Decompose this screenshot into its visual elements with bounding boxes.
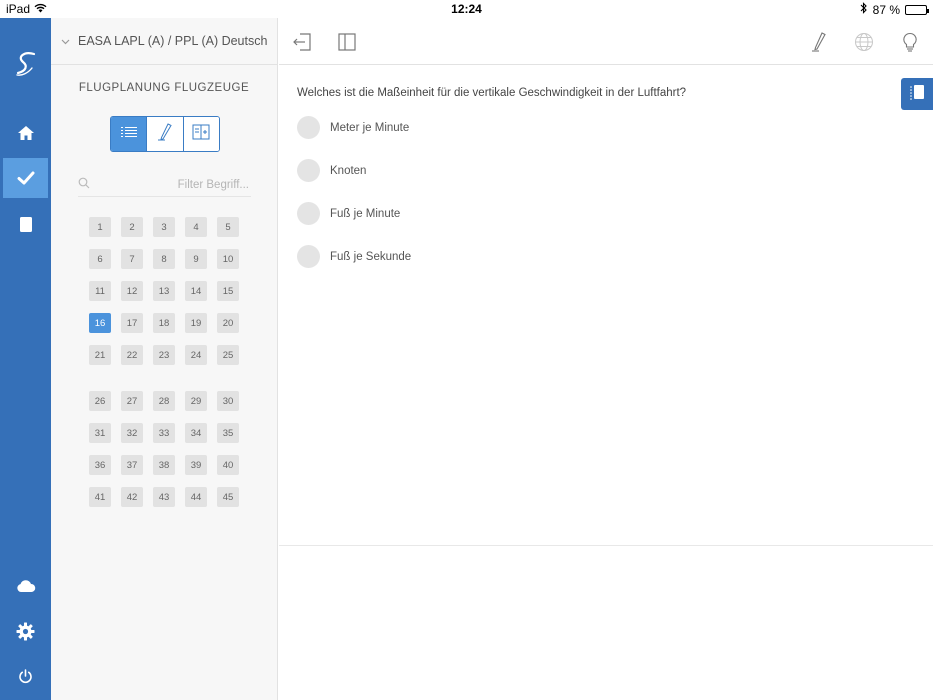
question-number-button[interactable]: 18 — [153, 313, 175, 333]
check-icon[interactable] — [3, 158, 48, 198]
question-number-button[interactable]: 38 — [153, 455, 175, 475]
clock: 12:24 — [451, 2, 482, 16]
course-title: EASA LAPL (A) / PPL (A) Deutsch — [78, 34, 268, 48]
question-number-button[interactable]: 40 — [217, 455, 239, 475]
globe-icon[interactable] — [852, 30, 876, 54]
answer-radio[interactable] — [297, 159, 320, 182]
question-number-button[interactable]: 25 — [217, 345, 239, 365]
split-icon — [192, 124, 210, 145]
answer-label: Meter je Minute — [330, 121, 410, 134]
question-number-button[interactable]: 24 — [185, 345, 207, 365]
question-number-button[interactable]: 32 — [121, 423, 143, 443]
question-number-button[interactable]: 3 — [153, 217, 175, 237]
exit-icon[interactable] — [290, 30, 314, 54]
question-number-button[interactable]: 2 — [121, 217, 143, 237]
left-rail — [0, 18, 51, 700]
answer-option[interactable]: Knoten — [297, 159, 366, 182]
logo-icon[interactable] — [3, 44, 48, 84]
answer-label: Fuß je Minute — [330, 207, 401, 220]
question-number-button[interactable]: 27 — [121, 391, 143, 411]
question-number-button[interactable]: 28 — [153, 391, 175, 411]
list-icon — [120, 125, 138, 143]
question-number-button[interactable]: 8 — [153, 249, 175, 269]
section-title: FLUGPLANUNG FLUGZEUGE — [78, 82, 250, 94]
notebook-icon — [908, 83, 926, 106]
split-view-button[interactable] — [183, 117, 219, 151]
question-number-button[interactable]: 36 — [89, 455, 111, 475]
question-number-button[interactable]: 16 — [89, 313, 111, 333]
notebook-icon[interactable] — [3, 204, 48, 244]
question-number-button[interactable]: 21 — [89, 345, 111, 365]
question-number-button[interactable]: 29 — [185, 391, 207, 411]
question-number-button[interactable]: 7 — [121, 249, 143, 269]
filter-bar — [78, 173, 251, 197]
question-number-button[interactable]: 23 — [153, 345, 175, 365]
sidebar-toggle-icon[interactable] — [335, 30, 359, 54]
answer-radio[interactable] — [297, 116, 320, 139]
battery-percent: 87 % — [872, 2, 900, 17]
answer-option[interactable]: Fuß je Sekunde — [297, 245, 411, 268]
question-number-button[interactable]: 42 — [121, 487, 143, 507]
list-view-button[interactable] — [111, 117, 148, 151]
pen-icon[interactable] — [807, 30, 831, 54]
status-bar: iPad 12:24 87 % — [0, 0, 933, 18]
question-number-button[interactable]: 5 — [217, 217, 239, 237]
question-text: Welches ist die Maßeinheit für die verti… — [297, 87, 687, 99]
question-number-button[interactable]: 26 — [89, 391, 111, 411]
answer-label: Knoten — [330, 164, 367, 177]
question-number-button[interactable]: 20 — [217, 313, 239, 333]
question-number-button[interactable]: 9 — [185, 249, 207, 269]
chevron-down-icon — [61, 34, 70, 48]
search-icon — [78, 176, 90, 194]
question-number-button[interactable]: 33 — [153, 423, 175, 443]
question-panel: Welches ist die Maßeinheit für die verti… — [279, 18, 933, 700]
question-number-button[interactable]: 12 — [121, 281, 143, 301]
gear-icon[interactable] — [3, 611, 48, 651]
bluetooth-icon — [860, 2, 868, 17]
answer-label: Fuß je Sekunde — [330, 250, 412, 263]
question-number-button[interactable]: 11 — [89, 281, 111, 301]
lightbulb-icon[interactable] — [898, 30, 922, 54]
question-number-button[interactable]: 22 — [121, 345, 143, 365]
question-number-button[interactable]: 13 — [153, 281, 175, 301]
question-sidebar: EASA LAPL (A) / PPL (A) Deutsch FLUGPLAN… — [51, 18, 278, 700]
divider — [279, 545, 933, 546]
question-number-button[interactable]: 19 — [185, 313, 207, 333]
battery-icon — [905, 4, 929, 15]
question-number-button[interactable]: 35 — [217, 423, 239, 443]
question-number-button[interactable]: 30 — [217, 391, 239, 411]
question-number-button[interactable]: 45 — [217, 487, 239, 507]
question-number-button[interactable]: 31 — [89, 423, 111, 443]
course-selector[interactable]: EASA LAPL (A) / PPL (A) Deutsch — [51, 18, 277, 65]
question-number-button[interactable]: 37 — [121, 455, 143, 475]
question-number-button[interactable]: 39 — [185, 455, 207, 475]
notes-tab[interactable] — [901, 78, 933, 110]
answer-option[interactable]: Fuß je Minute — [297, 202, 400, 225]
question-number-button[interactable]: 1 — [89, 217, 111, 237]
question-number-button[interactable]: 17 — [121, 313, 143, 333]
question-number-button[interactable]: 15 — [217, 281, 239, 301]
question-number-button[interactable]: 41 — [89, 487, 111, 507]
filter-input[interactable] — [90, 178, 251, 191]
question-number-button[interactable]: 14 — [185, 281, 207, 301]
question-number-button[interactable]: 6 — [89, 249, 111, 269]
notes-view-button[interactable] — [147, 117, 184, 151]
home-icon[interactable] — [3, 113, 48, 153]
question-number-button[interactable]: 4 — [185, 217, 207, 237]
view-mode-switch — [110, 116, 220, 152]
power-icon[interactable] — [3, 656, 48, 696]
question-number-button[interactable]: 34 — [185, 423, 207, 443]
question-number-button[interactable]: 10 — [217, 249, 239, 269]
pen-icon — [157, 122, 173, 146]
toolbar — [279, 18, 933, 65]
answer-option[interactable]: Meter je Minute — [297, 116, 409, 139]
answer-radio[interactable] — [297, 202, 320, 225]
question-number-button[interactable]: 44 — [185, 487, 207, 507]
answer-radio[interactable] — [297, 245, 320, 268]
cloud-icon[interactable] — [3, 566, 48, 606]
question-number-button[interactable]: 43 — [153, 487, 175, 507]
